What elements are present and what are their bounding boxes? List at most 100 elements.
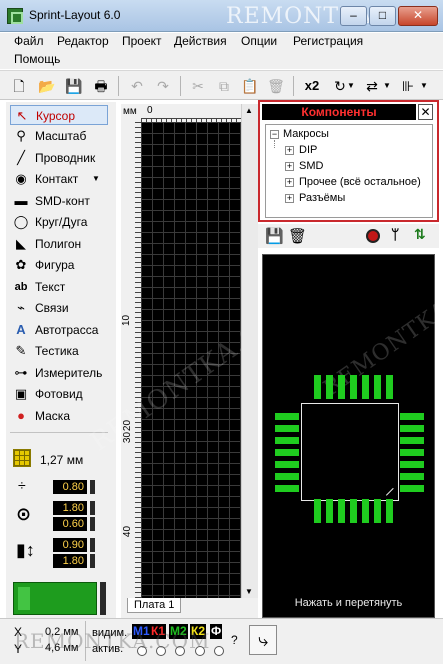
pad	[350, 375, 357, 399]
pin-icon[interactable]: ᛘ	[391, 226, 399, 242]
duplicate-button[interactable]: x2	[302, 76, 322, 96]
tree-item-smd[interactable]: SMD	[299, 159, 323, 173]
layer-f-toggle[interactable]: Ф	[210, 624, 223, 639]
tool-label: Полигон	[35, 237, 82, 251]
tool-panel: ↖ Курсор ⚲ Масштаб ╱ Проводник ◉ Контакт ▼ ▬ S…	[6, 102, 116, 618]
active-layer-radio[interactable]	[214, 646, 224, 656]
copy-icon[interactable]: ⧉	[214, 76, 234, 96]
redo-icon[interactable]: ↷	[153, 76, 173, 96]
tool-polygon[interactable]: ◣ Полигон	[10, 234, 108, 254]
tool-test[interactable]: ✎ Тестика	[10, 341, 108, 361]
smd-pad-icon: ▬	[14, 193, 28, 208]
align-icon[interactable]: ⊪	[398, 76, 418, 96]
tool-mask[interactable]: ● Маска	[10, 406, 108, 426]
smd-height-field[interactable]: 1.80	[53, 554, 87, 568]
print-icon[interactable]: 🖶	[91, 76, 111, 96]
open-folder-icon[interactable]: 📂	[37, 76, 57, 96]
paste-icon[interactable]: 📋	[240, 76, 260, 96]
tool-pad[interactable]: ◉ Контакт ▼	[10, 169, 108, 189]
connections-icon: ⌁	[17, 300, 25, 315]
record-icon[interactable]	[366, 229, 380, 243]
chevron-down-icon[interactable]: ▼	[347, 76, 355, 96]
collapse-icon[interactable]: −	[270, 130, 279, 139]
tool-label: Фотовид	[35, 387, 83, 401]
scroll-up-icon[interactable]: ▲	[245, 106, 253, 115]
tool-connections[interactable]: ⌁ Связи	[10, 298, 108, 318]
tool-text[interactable]: ab Текст	[10, 277, 108, 297]
menu-help[interactable]: Помощь	[14, 52, 60, 66]
menu-editor[interactable]: Редактор	[57, 34, 109, 48]
tool-track[interactable]: ╱ Проводник	[10, 148, 108, 168]
expand-icon[interactable]: +	[285, 194, 294, 203]
track-width-field[interactable]: 0.80	[53, 480, 87, 494]
ruler-unit: мм	[123, 106, 137, 117]
close-button[interactable]: ✕	[398, 6, 438, 26]
smd-width-field[interactable]: 0.90	[53, 538, 87, 552]
top-ruler: мм 0	[121, 104, 259, 122]
expand-icon[interactable]: +	[285, 146, 294, 155]
tool-shape[interactable]: ✿ Фигура	[10, 255, 108, 275]
chevron-down-icon[interactable]: ▼	[383, 76, 391, 96]
new-file-icon[interactable]: 🗋	[9, 76, 29, 96]
connection-mode-icon[interactable]: ⤷	[249, 625, 277, 655]
expand-icon[interactable]: +	[285, 178, 294, 187]
pad-inner-field[interactable]: 0.60	[53, 517, 87, 531]
tool-label: Курсор	[36, 109, 76, 123]
components-panel: Компоненты ✕ − Макросы + DIP + SMD + Про…	[258, 100, 439, 222]
pad-inner-spinner[interactable]	[90, 517, 95, 531]
watermark-text: REMONTKA.COM	[14, 629, 211, 653]
macro-preview[interactable]: REMONTKA.COM Нажать и перетянуть	[262, 254, 443, 618]
components-close-button[interactable]: ✕	[418, 104, 433, 120]
mirror-icon[interactable]: ⇄	[362, 76, 382, 96]
save-icon[interactable]: 💾	[64, 76, 84, 96]
tree-item-connectors[interactable]: Разъёмы	[299, 191, 345, 205]
track-width-spinner[interactable]	[90, 480, 95, 494]
scroll-down-icon[interactable]: ▼	[245, 587, 253, 596]
layer-color-spinner[interactable]	[100, 582, 106, 615]
menu-options[interactable]: Опции	[241, 34, 277, 48]
tree-item-other[interactable]: Прочее (всё остальное)	[299, 175, 421, 189]
cut-icon[interactable]: ✂	[188, 76, 208, 96]
swap-icon[interactable]: ⇅	[414, 226, 426, 243]
tab-board-1[interactable]: Плата 1	[127, 598, 182, 613]
pad-outer-field[interactable]: 1.80	[53, 501, 87, 515]
delete-macro-icon[interactable]: 🗑	[288, 227, 307, 245]
undo-icon[interactable]: ↶	[127, 76, 147, 96]
menu-file[interactable]: Файл	[14, 34, 44, 48]
tool-circle-arc[interactable]: ◯ Круг/Дуга	[10, 212, 108, 232]
delete-icon[interactable]: 🗑	[266, 76, 286, 96]
pad	[400, 461, 424, 468]
smd-height-spinner[interactable]	[90, 554, 95, 568]
menu-registration[interactable]: Регистрация	[293, 34, 363, 48]
pad	[338, 499, 345, 523]
help-icon[interactable]: ?	[231, 633, 238, 647]
expand-icon[interactable]: +	[285, 162, 294, 171]
chevron-down-icon[interactable]: ▼	[92, 169, 100, 189]
tool-zoom[interactable]: ⚲ Масштаб	[10, 126, 108, 146]
layer-color-swatch[interactable]	[13, 582, 97, 615]
pad	[400, 437, 424, 444]
tool-label: Проводник	[35, 151, 96, 165]
menu-actions[interactable]: Действия	[174, 34, 227, 48]
tool-measure[interactable]: ⊶ Измеритель	[10, 363, 108, 383]
tool-label: Измеритель	[35, 366, 103, 380]
pad-icon: ◉	[15, 171, 27, 186]
pad	[386, 499, 393, 523]
grid-icon[interactable]	[13, 449, 31, 467]
smd-width-spinner[interactable]	[90, 538, 95, 552]
window-title: Sprint-Layout 6.0	[29, 8, 121, 22]
maximize-button[interactable]: □	[369, 6, 396, 26]
minimize-button[interactable]: –	[340, 6, 367, 26]
grid-size-value[interactable]: 1,27 мм	[40, 453, 83, 467]
tool-autoroute[interactable]: A Автотрасса	[10, 320, 108, 340]
tree-item-dip[interactable]: DIP	[299, 143, 317, 157]
vertical-scrollbar[interactable]: ▲ ▼	[241, 104, 258, 598]
save-macro-icon[interactable]: 💾	[265, 227, 284, 245]
tool-smd-pad[interactable]: ▬ SMD-конт	[10, 191, 108, 211]
tool-cursor[interactable]: ↖ Курсор	[10, 105, 108, 125]
tree-root-macros[interactable]: Макросы	[283, 127, 329, 141]
menu-project[interactable]: Проект	[122, 34, 162, 48]
tool-photoview[interactable]: ▣ Фотовид	[10, 384, 108, 404]
pad-outer-spinner[interactable]	[90, 501, 95, 515]
chevron-down-icon[interactable]: ▼	[419, 76, 429, 96]
